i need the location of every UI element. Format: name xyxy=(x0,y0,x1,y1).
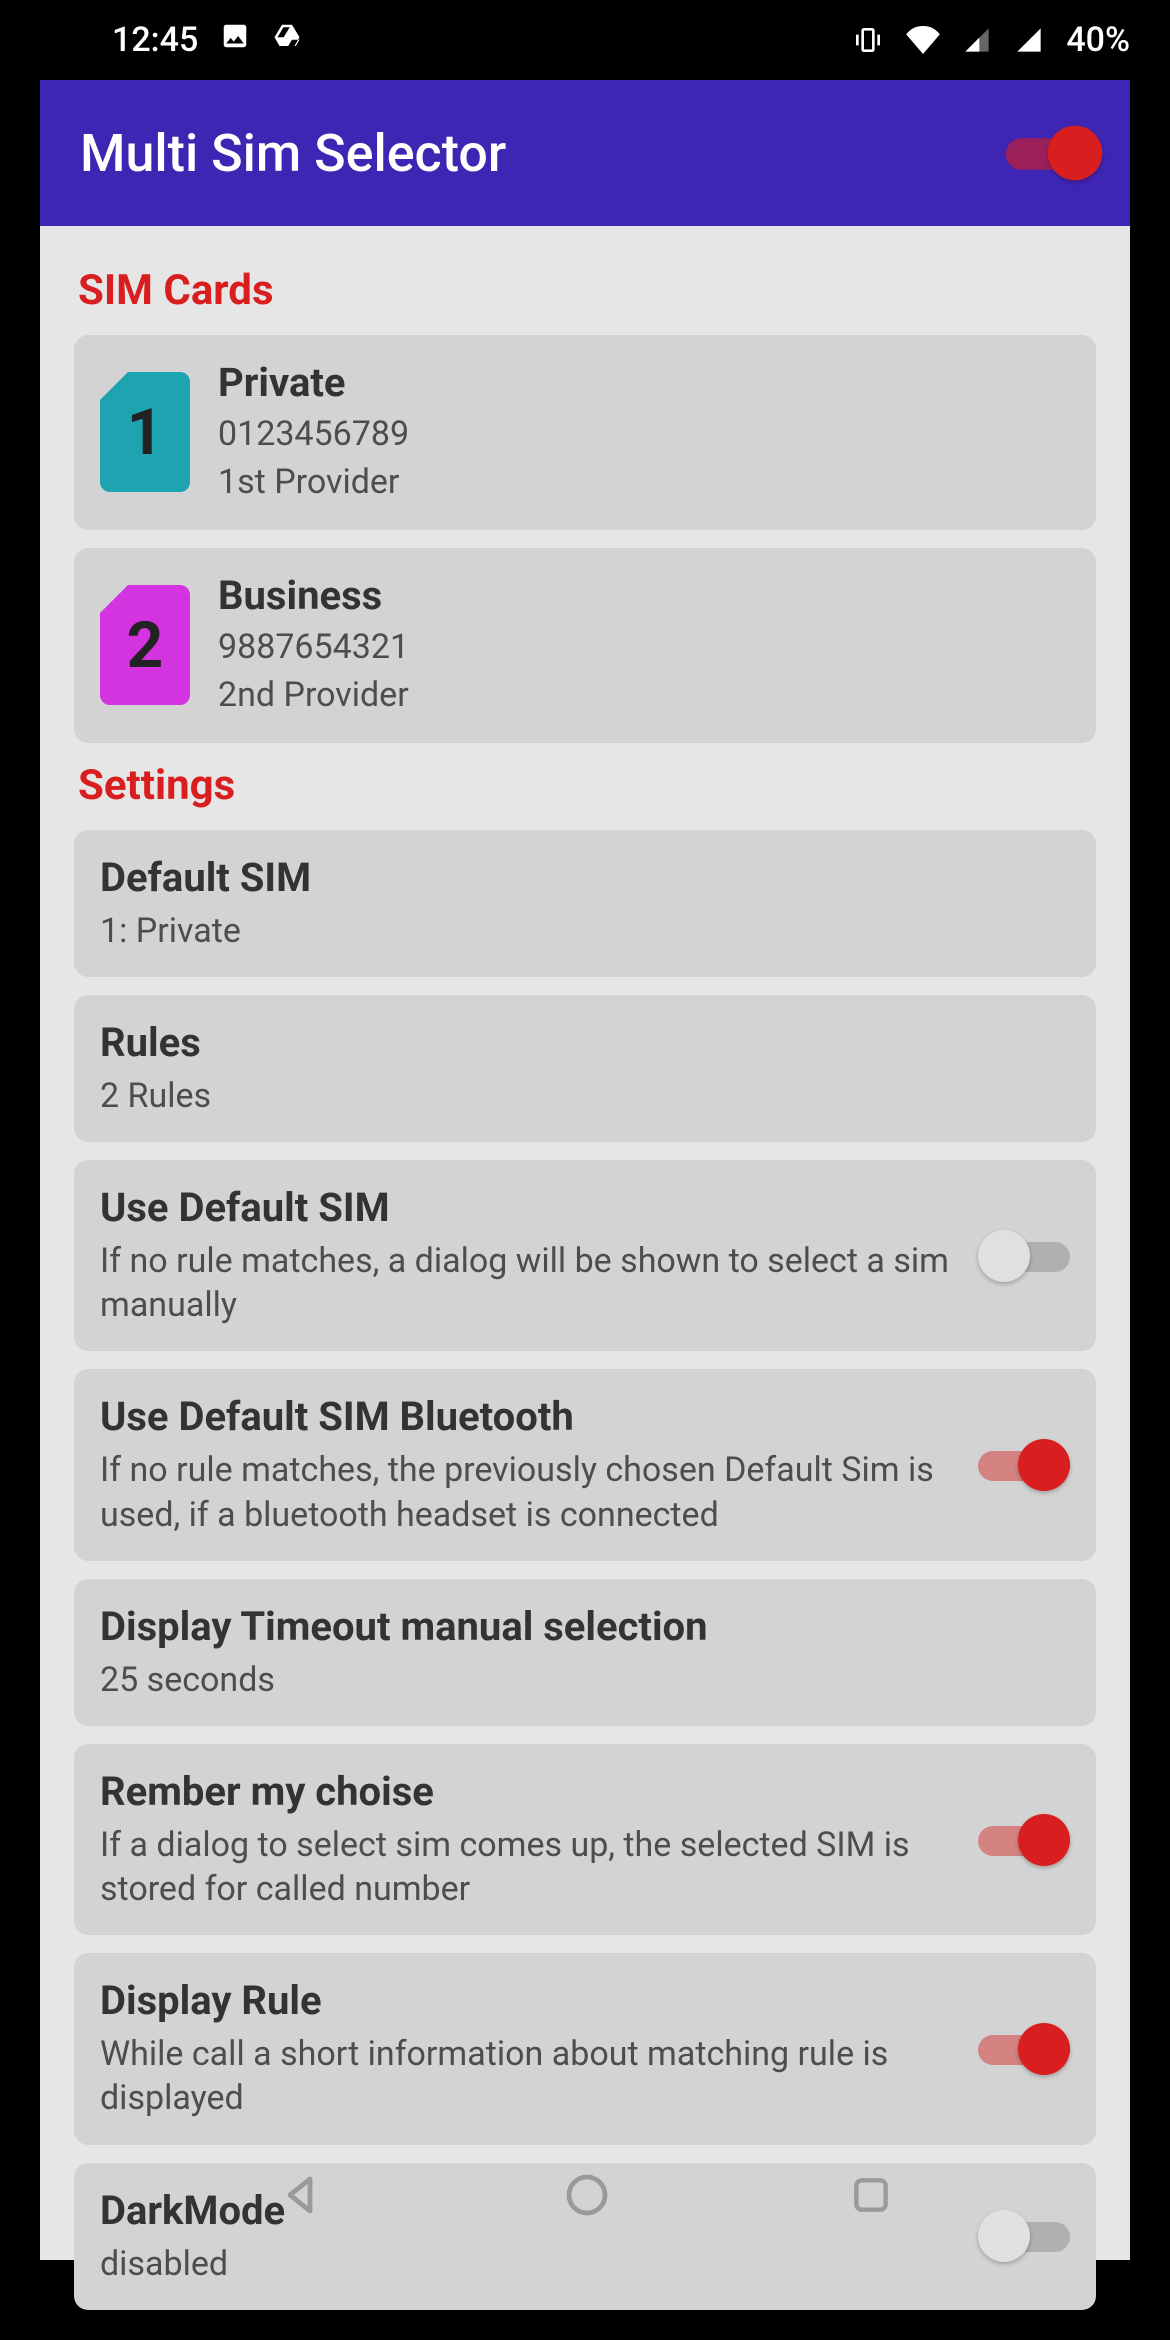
sim-1-label: Private xyxy=(218,359,1070,406)
nav-back-button[interactable] xyxy=(278,2171,326,2219)
section-settings: Settings xyxy=(78,761,1096,810)
app-window: Multi Sim Selector SIM Cards 1 Private 0… xyxy=(40,80,1130,2260)
use-default-switch[interactable] xyxy=(978,1230,1070,1282)
sim-2-provider: 2nd Provider xyxy=(218,673,1070,719)
sim-card-1[interactable]: 1 Private 0123456789 1st Provider xyxy=(74,335,1096,530)
section-sim-cards: SIM Cards xyxy=(78,266,1096,315)
use-default-bt-desc: If no rule matches, the previously chose… xyxy=(100,1448,958,1536)
master-switch[interactable] xyxy=(1006,126,1103,181)
sim-2-number: 9887654321 xyxy=(218,625,1070,671)
sim-2-icon: 2 xyxy=(100,585,190,705)
use-default-title: Use Default SIM xyxy=(100,1184,958,1231)
default-sim-title: Default SIM xyxy=(100,854,1070,901)
timeout-value: 25 seconds xyxy=(100,1658,1070,1702)
image-icon xyxy=(220,20,250,60)
default-sim-value: 1: Private xyxy=(100,909,1070,953)
setting-timeout[interactable]: Display Timeout manual selection 25 seco… xyxy=(74,1579,1096,1726)
status-bar: 12:45 40% xyxy=(0,0,1170,80)
sim-1-slot: 1 xyxy=(127,395,164,470)
setting-use-default-bt[interactable]: Use Default SIM Bluetooth If no rule mat… xyxy=(74,1369,1096,1560)
signal-1-icon xyxy=(962,26,992,54)
remember-desc: If a dialog to select sim comes up, the … xyxy=(100,1823,958,1911)
setting-use-default-sim[interactable]: Use Default SIM If no rule matches, a di… xyxy=(74,1160,1096,1351)
vibrate-icon xyxy=(852,24,884,56)
app-title: Multi Sim Selector xyxy=(80,123,506,184)
use-default-bt-switch[interactable] xyxy=(978,1439,1070,1491)
app-bar: Multi Sim Selector xyxy=(40,80,1130,226)
rules-value: 2 Rules xyxy=(100,1074,1070,1118)
use-default-bt-title: Use Default SIM Bluetooth xyxy=(100,1393,958,1440)
remember-switch[interactable] xyxy=(978,1814,1070,1866)
status-left: 12:45 xyxy=(40,20,302,60)
display-rule-desc: While call a short information about mat… xyxy=(100,2032,958,2120)
nav-bar xyxy=(40,2130,1130,2260)
sim-2-label: Business xyxy=(218,572,1070,619)
display-rule-title: Display Rule xyxy=(100,1977,958,2024)
setting-display-rule[interactable]: Display Rule While call a short informat… xyxy=(74,1953,1096,2144)
sim-1-provider: 1st Provider xyxy=(218,460,1070,506)
setting-rules[interactable]: Rules 2 Rules xyxy=(74,995,1096,1142)
status-time: 12:45 xyxy=(112,20,198,60)
setting-default-sim[interactable]: Default SIM 1: Private xyxy=(74,830,1096,977)
rules-title: Rules xyxy=(100,1019,1070,1066)
nav-home-button[interactable] xyxy=(563,2171,611,2219)
signal-2-icon xyxy=(1014,26,1044,54)
sim-card-2[interactable]: 2 Business 9887654321 2nd Provider xyxy=(74,548,1096,743)
display-rule-switch[interactable] xyxy=(978,2023,1070,2075)
sim-2-slot: 2 xyxy=(127,608,164,683)
content: SIM Cards 1 Private 0123456789 1st Provi… xyxy=(40,226,1130,2310)
sim-1-number: 0123456789 xyxy=(218,412,1070,458)
use-default-desc: If no rule matches, a dialog will be sho… xyxy=(100,1239,958,1327)
nav-recent-button[interactable] xyxy=(849,2173,893,2217)
timeout-title: Display Timeout manual selection xyxy=(100,1603,1070,1650)
wifi-icon xyxy=(906,26,940,54)
setting-remember[interactable]: Rember my choise If a dialog to select s… xyxy=(74,1744,1096,1935)
status-right: 40% xyxy=(852,20,1130,60)
remember-title: Rember my choise xyxy=(100,1768,958,1815)
sim-1-icon: 1 xyxy=(100,372,190,492)
status-battery: 40% xyxy=(1066,20,1130,60)
drive-icon xyxy=(272,20,302,60)
